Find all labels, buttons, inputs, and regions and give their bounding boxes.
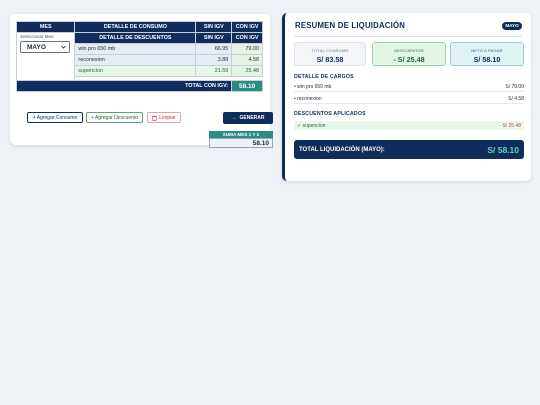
sum-label: SUMA MES 1 Y 2 [209, 131, 273, 138]
total-label: TOTAL CON IGV: [15, 80, 233, 92]
add-discount-button[interactable]: + Agregar Descuento [86, 112, 143, 123]
subheader-con-igv: CON IGV [231, 32, 263, 44]
clear-button-label: Limpiar [159, 114, 176, 121]
liquidation-total-value: S/ 58.10 [487, 144, 519, 155]
generate-button[interactable]: → GENERAR [223, 112, 273, 124]
summary-title: RESUMEN DE LIQUIDACIÓN [295, 21, 406, 30]
total-row: TOTAL CON IGV: 58.10 [15, 80, 263, 92]
row-con-igv[interactable]: 79.00 [231, 43, 263, 55]
total-consumption-card: TOTAL CONSUMO S/ 83.58 [294, 42, 366, 66]
summary-panel: RESUMEN DE LIQUIDACIÓN MAYO TOTAL CONSUM… [282, 13, 531, 181]
subheader-detalle-descuentos: DETALLE DE DESCUENTOS [74, 32, 197, 44]
charge-value: S/ 4.58 [508, 95, 524, 102]
subheader-sin-igv: SIN IGV [195, 32, 233, 44]
liquidation-total-label: TOTAL LIQUIDACIÓN (MAYO): [299, 146, 385, 153]
consumption-panel: MES DETALLE DE CONSUMO SIN IGV CON IGV S… [10, 14, 273, 148]
row-con-igv[interactable]: 4.58 [231, 54, 263, 66]
month-select[interactable]: MAYO [20, 41, 70, 53]
card-value: S/ 58.10 [473, 55, 501, 64]
sum-value: 58.10 [209, 138, 273, 148]
month-badge: MAYO [502, 22, 522, 30]
header-detalle-consumo: DETALLE DE CONSUMO [74, 21, 197, 33]
header-mes: MES [15, 21, 76, 33]
chevron-down-icon [61, 45, 66, 49]
discounts-card: DESCUENTOS - S/ 25.48 [372, 42, 446, 66]
card-value: - S/ 25.48 [393, 55, 425, 64]
charge-value: S/ 79.00 [505, 83, 524, 90]
row-con-igv[interactable]: 25.48 [231, 65, 263, 77]
total-value: 58.10 [231, 80, 263, 92]
row-sin-igv[interactable]: 66.95 [195, 43, 233, 55]
month-select-value: MAYO [27, 43, 46, 51]
card-label: NETO A PAGAR [471, 48, 503, 53]
add-consumption-button[interactable]: + Agregar Consumo [27, 112, 83, 123]
sum-box: SUMA MES 1 Y 2 58.10 [209, 131, 273, 148]
card-value: S/ 83.58 [316, 55, 344, 64]
arrow-right-icon: → [231, 115, 237, 121]
trash-icon [152, 115, 157, 121]
charge-name: • win pro 650 mb [294, 83, 332, 90]
divider [294, 36, 522, 37]
month-label: Seleccionar Mes: [20, 34, 55, 39]
charge-name: • reconexion [294, 95, 322, 102]
discounts-section-title: DESCUENTOS APLICADOS [294, 111, 366, 117]
row-detalle[interactable]: supencion [74, 65, 197, 77]
net-to-pay-card: NETO A PAGAR S/ 58.10 [450, 42, 524, 66]
row-sin-igv[interactable]: 21.59 [195, 65, 233, 77]
month-cell: Seleccionar Mes: MAYO [15, 32, 76, 81]
card-label: DESCUENTOS [394, 48, 424, 53]
discount-line: ✓ supencion - S/ 25.48 [294, 121, 524, 130]
row-detalle[interactable]: reconexion [74, 54, 197, 66]
row-sin-igv[interactable]: 3.88 [195, 54, 233, 66]
header-sin-igv: SIN IGV [195, 21, 233, 33]
card-label: TOTAL CONSUMO [311, 48, 349, 53]
consumption-table: MES DETALLE DE CONSUMO SIN IGV CON IGV S… [15, 21, 263, 92]
clear-button[interactable]: Limpiar [147, 112, 181, 123]
generate-button-label: GENERAR [239, 115, 265, 121]
charge-line: • win pro 650 mb S/ 79.00 [294, 82, 524, 92]
discount-value: - S/ 25.48 [499, 122, 521, 129]
row-detalle[interactable]: win pro 650 mb [74, 43, 197, 55]
charge-line: • reconexion S/ 4.58 [294, 94, 524, 104]
header-con-igv: CON IGV [231, 21, 263, 33]
charges-section-title: DETALLE DE CARGOS [294, 74, 354, 80]
discount-name: ✓ supencion [297, 122, 326, 129]
liquidation-total: TOTAL LIQUIDACIÓN (MAYO): S/ 58.10 [294, 140, 524, 159]
